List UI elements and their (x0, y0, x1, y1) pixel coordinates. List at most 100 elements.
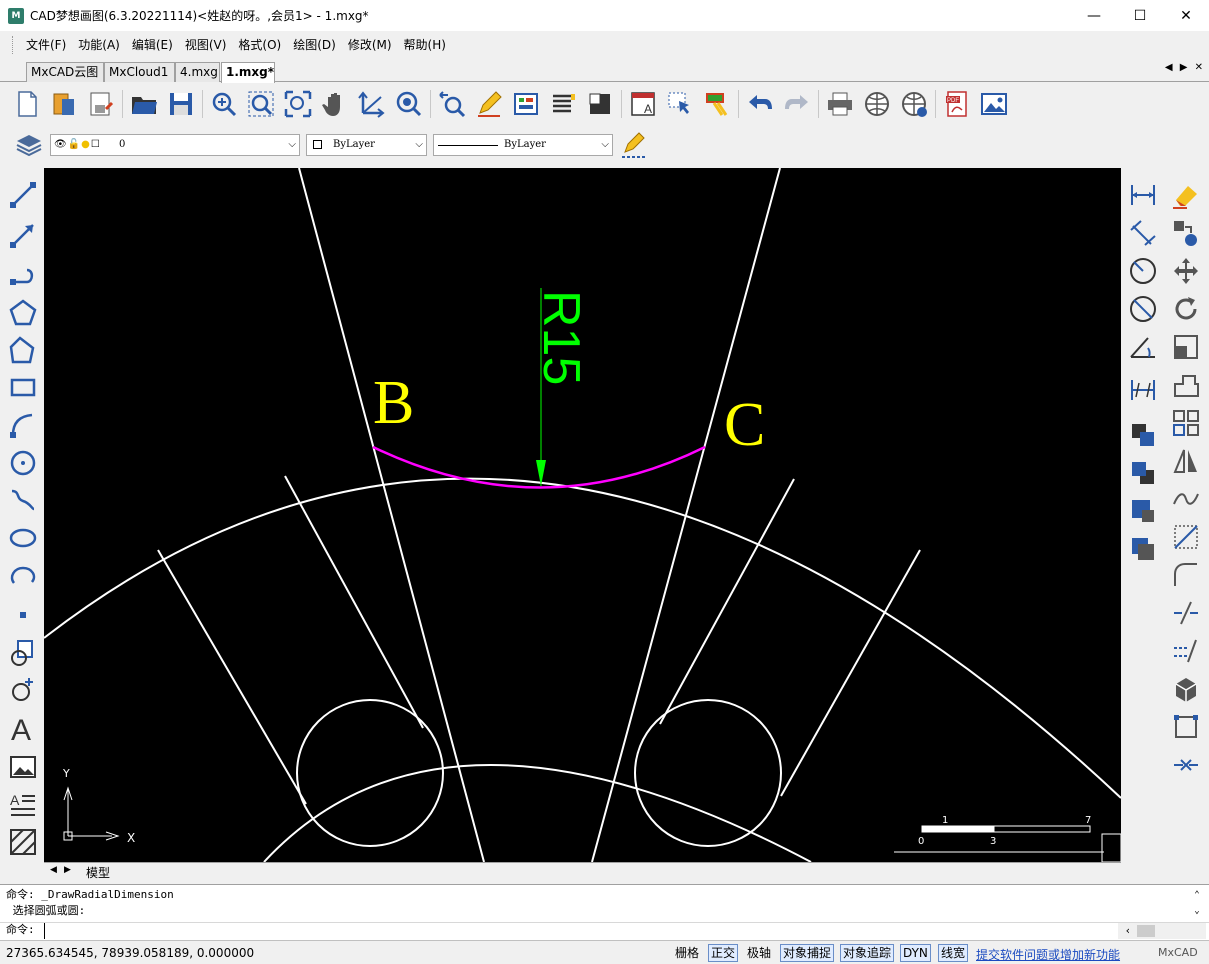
save-button[interactable] (164, 87, 198, 121)
menu-file[interactable]: 文件(F) (20, 31, 72, 59)
polar-toggle[interactable]: 极轴 (744, 944, 774, 962)
object-track-toggle[interactable]: 对象追踪 (840, 944, 895, 962)
maximize-button[interactable]: ☐ (1117, 0, 1163, 31)
new-file-button[interactable] (10, 87, 44, 121)
line-tool[interactable] (6, 178, 40, 212)
ellipse-tool[interactable] (6, 521, 40, 555)
break-tool[interactable] (1169, 710, 1203, 744)
array-tool[interactable] (1169, 406, 1203, 440)
chamfer-tool[interactable] (1169, 520, 1203, 554)
color-select[interactable]: ByLayer ⌵ (306, 134, 427, 156)
redo-button[interactable] (780, 87, 814, 121)
text-tool[interactable]: A (6, 711, 40, 745)
menu-modify[interactable]: 修改(M) (342, 31, 398, 59)
zoom-realtime-button[interactable] (392, 87, 426, 121)
menu-function[interactable]: 功能(A) (72, 31, 126, 59)
ray-tool[interactable] (6, 218, 40, 252)
command-input[interactable] (44, 923, 1114, 939)
stretch-tool[interactable] (1169, 368, 1203, 402)
lineweight-toggle[interactable]: 线宽 (938, 944, 969, 962)
offset-curve-tool[interactable] (1169, 482, 1203, 516)
send-under-tool[interactable] (1126, 532, 1160, 566)
tab-model[interactable]: 模型 (86, 864, 110, 881)
trim-tool[interactable] (1169, 596, 1203, 630)
radius-dimension-tool[interactable] (1126, 254, 1160, 288)
polygon-tool[interactable] (6, 296, 40, 330)
open-template-button[interactable] (47, 87, 81, 121)
tab-mxcloud1[interactable]: MxCloud1 (104, 62, 175, 82)
tab-1-mxg[interactable]: 1.mxg* (221, 62, 275, 83)
arc-tool[interactable] (6, 408, 40, 442)
print-button[interactable] (823, 87, 857, 121)
fillet-tool[interactable] (1169, 558, 1203, 592)
elliptical-arc-tool[interactable] (6, 559, 40, 593)
zoom-window-button[interactable] (244, 87, 278, 121)
open-file-button[interactable] (127, 87, 161, 121)
bring-above-tool[interactable] (1126, 494, 1160, 528)
aligned-dimension-tool[interactable] (1126, 216, 1160, 250)
diameter-dimension-tool[interactable] (1126, 292, 1160, 326)
horizontal-scrollbar[interactable]: ‹ (1118, 923, 1206, 939)
tab-mxcad-cloud[interactable]: MxCAD云图 (26, 62, 104, 82)
zoom-in-button[interactable] (207, 87, 241, 121)
menu-format[interactable]: 格式(O) (232, 31, 287, 59)
minimize-button[interactable]: — (1071, 0, 1117, 31)
join-tool[interactable] (1169, 748, 1203, 782)
explode-tool[interactable] (1169, 672, 1203, 706)
menu-draw[interactable]: 绘图(D) (287, 31, 342, 59)
copy-tool[interactable] (1169, 216, 1203, 250)
spline-tool[interactable] (6, 483, 40, 517)
zoom-extents-button[interactable] (281, 87, 315, 121)
bring-to-front-tool[interactable] (1126, 418, 1160, 452)
web-open-button[interactable] (897, 87, 931, 121)
layout-prev-button[interactable]: ◀ (50, 865, 57, 875)
menu-help[interactable]: 帮助(H) (398, 31, 452, 59)
rotate-tool[interactable] (1169, 292, 1203, 326)
create-block-tool[interactable] (6, 673, 40, 707)
match-properties-button[interactable] (700, 87, 734, 121)
block-button[interactable] (583, 87, 617, 121)
mtext-tool[interactable]: A (6, 787, 40, 821)
layer-edit-button[interactable] (619, 130, 649, 160)
linetype-select[interactable]: ByLayer ⌵ (433, 134, 613, 156)
grid-toggle[interactable]: 栅格 (672, 944, 702, 962)
export-pdf-button[interactable]: PDF (940, 87, 974, 121)
circle-tool[interactable] (6, 446, 40, 480)
properties-list-button[interactable] (546, 87, 580, 121)
menu-view[interactable]: 视图(V) (179, 31, 233, 59)
close-button[interactable]: ✕ (1163, 0, 1209, 31)
erase-tool[interactable] (1169, 178, 1203, 212)
ortho-toggle[interactable]: 正交 (708, 944, 739, 962)
layout-next-button[interactable]: ▶ (64, 865, 71, 875)
feedback-link[interactable]: 提交软件问题或增加新功能 (976, 946, 1120, 963)
point-tool[interactable] (6, 598, 40, 632)
layer-manager-button[interactable] (12, 128, 46, 162)
object-snap-toggle[interactable]: 对象捕捉 (780, 944, 835, 962)
tab-4-mxg[interactable]: 4.mxg (175, 62, 220, 82)
mirror-tool[interactable] (1169, 444, 1203, 478)
undo-button[interactable] (743, 87, 777, 121)
pan-button[interactable] (318, 87, 352, 121)
pencil-edit-button[interactable] (472, 87, 506, 121)
send-to-back-tool[interactable] (1126, 456, 1160, 490)
polyline-arc-tool[interactable] (6, 256, 40, 290)
export-image-button[interactable] (977, 87, 1011, 121)
undo-zoom-button[interactable] (435, 87, 469, 121)
select-button[interactable] (663, 87, 697, 121)
layer-select[interactable]: 👁🔓●☐ 0 ⌵ (50, 134, 300, 156)
scale-tool[interactable] (1169, 330, 1203, 364)
hatch-tool[interactable] (6, 825, 40, 859)
insert-block-tool[interactable] (6, 636, 40, 670)
dyn-toggle[interactable]: DYN (900, 944, 931, 962)
linear-dimension-tool[interactable] (1126, 178, 1160, 212)
irregular-polygon-tool[interactable] (6, 333, 40, 367)
image-tool[interactable] (6, 750, 40, 784)
layer-table-button[interactable] (509, 87, 543, 121)
publish-web-button[interactable] (860, 87, 894, 121)
tab-navigation[interactable]: ◀ ▶ ✕ (1165, 62, 1205, 73)
baseline-dimension-tool[interactable] (1126, 373, 1160, 407)
menu-edit[interactable]: 编辑(E) (126, 31, 179, 59)
move-tool[interactable] (1169, 254, 1203, 288)
command-scrollbar[interactable]: ⌃ ⌄ (1188, 887, 1206, 921)
ucs-button[interactable] (355, 87, 389, 121)
